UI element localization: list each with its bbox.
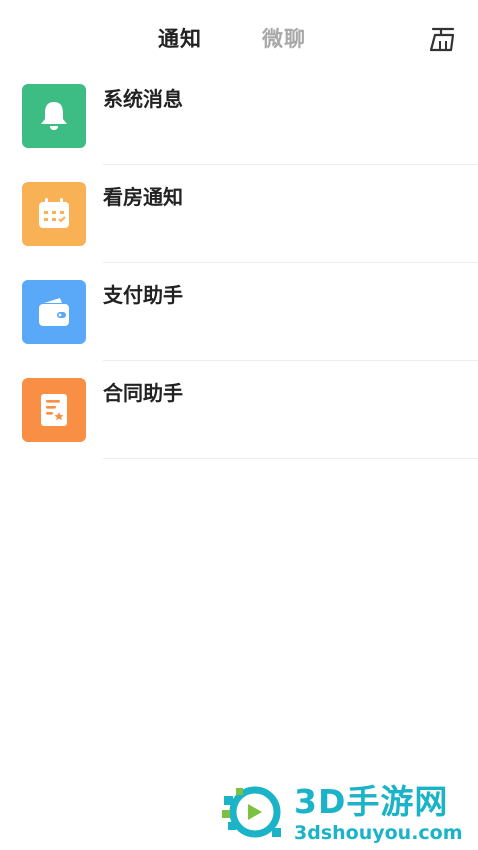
- message-list: 系统消息 看房通知 支付助手 合同助手: [0, 84, 478, 476]
- list-item-title: 支付助手: [103, 283, 183, 307]
- list-item-system-message[interactable]: 系统消息: [0, 84, 478, 182]
- list-item-viewing-notice[interactable]: 看房通知: [0, 182, 478, 280]
- list-item-contract-assistant[interactable]: 合同助手: [0, 378, 478, 476]
- divider: [103, 458, 478, 459]
- list-item-title: 看房通知: [103, 185, 183, 209]
- tab-wechat[interactable]: 微聊: [262, 22, 306, 56]
- broom-icon: [429, 27, 455, 52]
- tab-notifications[interactable]: 通知: [158, 22, 202, 56]
- list-item-payment-assistant[interactable]: 支付助手: [0, 280, 478, 378]
- payment-assistant-icon-tile: [22, 280, 86, 344]
- watermark-url: 3dshouyou.com: [294, 822, 463, 844]
- divider: [103, 360, 478, 361]
- divider: [103, 262, 478, 263]
- list-item-title: 系统消息: [103, 87, 183, 111]
- list-item-title: 合同助手: [103, 381, 183, 405]
- viewing-notice-icon-tile: [22, 182, 86, 246]
- watermark-logo-icon: [222, 786, 281, 838]
- watermark: 3D手游网 3dshouyou.com: [222, 776, 478, 846]
- system-message-icon-tile: [22, 84, 86, 148]
- watermark-text: 3D手游网: [294, 782, 449, 821]
- contract-icon: [41, 394, 67, 426]
- calendar-icon: [39, 198, 69, 228]
- top-bar: 通知 微聊: [0, 0, 478, 80]
- wallet-icon: [39, 298, 69, 326]
- contract-assistant-icon-tile: [22, 378, 86, 442]
- clear-messages-button[interactable]: [428, 24, 458, 54]
- bell-icon: [41, 102, 67, 130]
- divider: [103, 164, 478, 165]
